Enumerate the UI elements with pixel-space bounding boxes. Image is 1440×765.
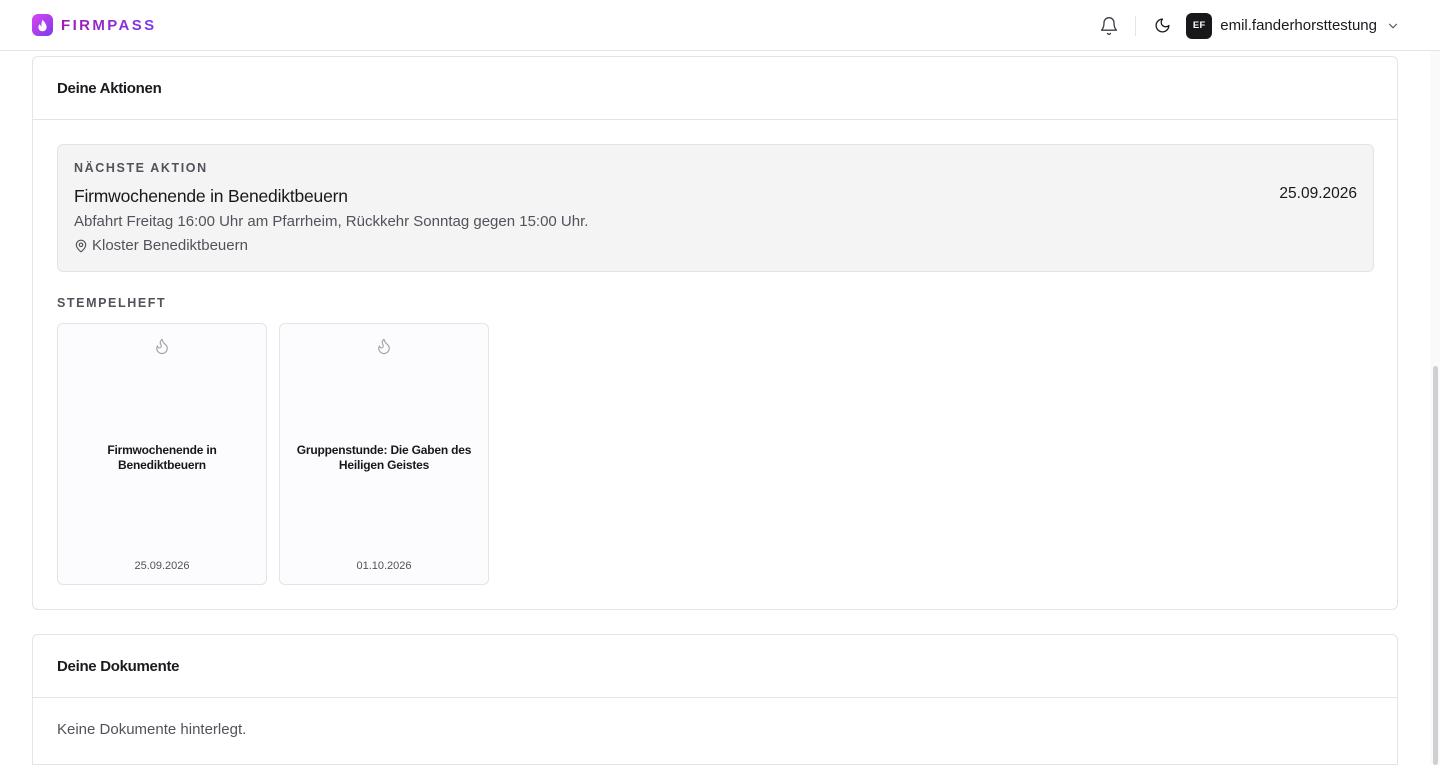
stamp-title: Gruppenstunde: Die Gaben des Heiligen Ge…: [296, 443, 472, 472]
brand-name: FIRMPASS: [61, 16, 157, 34]
avatar: EF: [1186, 12, 1213, 39]
documents-card: Deine Dokumente Keine Dokumente hinterle…: [32, 634, 1398, 765]
stamp-card[interactable]: Firmwochenende in Benediktbeuern 25.09.2…: [57, 323, 267, 585]
next-action-title: Firmwochenende in Benediktbeuern: [74, 186, 348, 206]
brand[interactable]: FIRMPASS: [32, 14, 157, 36]
stamp-date: 25.09.2026: [134, 560, 190, 572]
stamp-card[interactable]: Gruppenstunde: Die Gaben des Heiligen Ge…: [279, 323, 489, 585]
stamp-date: 01.10.2026: [356, 560, 412, 572]
stamp-title: Firmwochenende in Benediktbeuern: [107, 443, 217, 472]
scrollbar-thumb[interactable]: [1433, 366, 1438, 765]
top-bar: FIRMPASS EF emil.fanderhorsttestung: [0, 0, 1440, 51]
username: emil.fanderhorsttestung: [1220, 17, 1377, 34]
next-action-description: Abfahrt Freitag 16:00 Uhr am Pfarrheim, …: [74, 213, 589, 230]
actions-card-header: Deine Aktionen: [33, 57, 1397, 120]
stamp-book-label: STEMPELHEFT: [57, 296, 167, 310]
user-menu[interactable]: EF emil.fanderhorsttestung: [1186, 12, 1400, 39]
bell-icon: [1101, 16, 1118, 35]
next-action-date: 25.09.2026: [1279, 185, 1357, 202]
notifications-button[interactable]: [1095, 12, 1123, 40]
theme-toggle-button[interactable]: [1148, 12, 1176, 40]
next-action-panel[interactable]: NÄCHSTE AKTION Firmwochenende in Benedik…: [57, 144, 1374, 272]
next-action-location: Kloster Benediktbeuern: [74, 237, 248, 254]
flame-icon: [153, 336, 171, 361]
location-text: Kloster Benediktbeuern: [92, 237, 248, 254]
documents-title: Deine Dokumente: [57, 657, 180, 675]
brand-logo-icon: [32, 14, 53, 36]
documents-card-header: Deine Dokumente: [33, 635, 1397, 698]
stamp-list: Firmwochenende in Benediktbeuern 25.09.2…: [57, 323, 501, 585]
actions-card: Deine Aktionen NÄCHSTE AKTION Firmwochen…: [32, 56, 1398, 610]
chevron-down-icon: [1386, 19, 1400, 33]
header-divider: [1135, 15, 1137, 36]
documents-empty-message: Keine Dokumente hinterlegt.: [57, 721, 247, 738]
map-pin-icon: [75, 239, 87, 252]
flame-icon: [375, 336, 393, 361]
actions-title: Deine Aktionen: [57, 79, 162, 97]
next-action-label: NÄCHSTE AKTION: [74, 161, 208, 175]
moon-icon: [1155, 18, 1170, 33]
